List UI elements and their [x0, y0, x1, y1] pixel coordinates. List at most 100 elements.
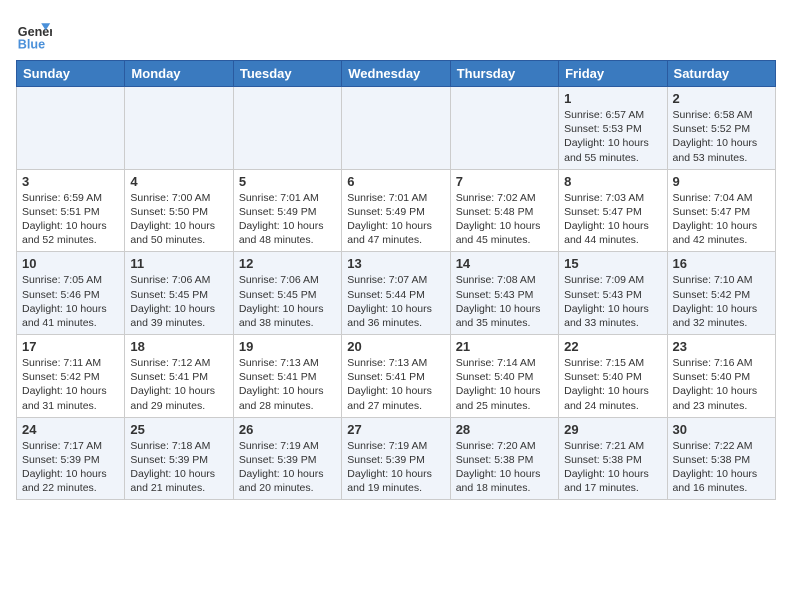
day-number: 17 [22, 339, 119, 354]
calendar-cell [342, 87, 450, 170]
calendar-cell: 20 Sunrise: 7:13 AM Sunset: 5:41 PM Dayli… [342, 335, 450, 418]
day-info: Sunrise: 7:05 AM Sunset: 5:46 PM Dayligh… [22, 273, 119, 330]
day-info: Sunrise: 7:08 AM Sunset: 5:43 PM Dayligh… [456, 273, 553, 330]
day-info: Sunrise: 7:13 AM Sunset: 5:41 PM Dayligh… [239, 356, 336, 413]
day-info: Sunrise: 7:04 AM Sunset: 5:47 PM Dayligh… [673, 191, 770, 248]
day-info: Sunrise: 7:06 AM Sunset: 5:45 PM Dayligh… [239, 273, 336, 330]
calendar-cell: 28 Sunrise: 7:20 AM Sunset: 5:38 PM Dayli… [450, 417, 558, 500]
day-info: Sunrise: 7:07 AM Sunset: 5:44 PM Dayligh… [347, 273, 444, 330]
day-info: Sunrise: 7:12 AM Sunset: 5:41 PM Dayligh… [130, 356, 227, 413]
day-number: 7 [456, 174, 553, 189]
day-number: 30 [673, 422, 770, 437]
day-info: Sunrise: 6:58 AM Sunset: 5:52 PM Dayligh… [673, 108, 770, 165]
calendar-table: SundayMondayTuesdayWednesdayThursdayFrid… [16, 60, 776, 500]
calendar-cell: 6Sunrise: 7:01 AM Sunset: 5:49 PM Daylig… [342, 169, 450, 252]
calendar-cell [233, 87, 341, 170]
day-number: 12 [239, 256, 336, 271]
calendar-cell: 26 Sunrise: 7:19 AM Sunset: 5:39 PM Dayli… [233, 417, 341, 500]
logo-icon: General Blue [16, 16, 52, 52]
calendar-cell: 14 Sunrise: 7:08 AM Sunset: 5:43 PM Dayli… [450, 252, 558, 335]
calendar-cell: 1 Sunrise: 6:57 AM Sunset: 5:53 PM Daylig… [559, 87, 667, 170]
calendar-cell [17, 87, 125, 170]
day-number: 23 [673, 339, 770, 354]
day-number: 2 [673, 91, 770, 106]
calendar-cell: 7 Sunrise: 7:02 AM Sunset: 5:48 PM Daylig… [450, 169, 558, 252]
day-number: 22 [564, 339, 661, 354]
calendar-cell: 2 Sunrise: 6:58 AM Sunset: 5:52 PM Daylig… [667, 87, 775, 170]
col-header-monday: Monday [125, 61, 233, 87]
day-number: 29 [564, 422, 661, 437]
calendar-cell: 29 Sunrise: 7:21 AM Sunset: 5:38 PM Dayli… [559, 417, 667, 500]
calendar-cell: 9 Sunrise: 7:04 AM Sunset: 5:47 PM Daylig… [667, 169, 775, 252]
day-number: 6 [347, 174, 444, 189]
day-number: 25 [130, 422, 227, 437]
calendar-cell: 12 Sunrise: 7:06 AM Sunset: 5:45 PM Dayli… [233, 252, 341, 335]
day-info: Sunrise: 7:17 AM Sunset: 5:39 PM Dayligh… [22, 439, 119, 496]
calendar-cell: 13 Sunrise: 7:07 AM Sunset: 5:44 PM Dayli… [342, 252, 450, 335]
day-info: Sunrise: 7:13 AM Sunset: 5:41 PM Dayligh… [347, 356, 444, 413]
day-number: 5 [239, 174, 336, 189]
day-number: 28 [456, 422, 553, 437]
col-header-tuesday: Tuesday [233, 61, 341, 87]
day-info: Sunrise: 7:01 AM Sunset: 5:49 PM Dayligh… [239, 191, 336, 248]
logo: General Blue [16, 16, 56, 52]
day-number: 27 [347, 422, 444, 437]
calendar-cell: 16 Sunrise: 7:10 AM Sunset: 5:42 PM Dayli… [667, 252, 775, 335]
day-number: 13 [347, 256, 444, 271]
day-info: Sunrise: 7:16 AM Sunset: 5:40 PM Dayligh… [673, 356, 770, 413]
day-info: Sunrise: 7:03 AM Sunset: 5:47 PM Dayligh… [564, 191, 661, 248]
day-info: Sunrise: 7:14 AM Sunset: 5:40 PM Dayligh… [456, 356, 553, 413]
calendar-cell: 22 Sunrise: 7:15 AM Sunset: 5:40 PM Dayli… [559, 335, 667, 418]
day-info: Sunrise: 7:20 AM Sunset: 5:38 PM Dayligh… [456, 439, 553, 496]
day-number: 20 [347, 339, 444, 354]
col-header-wednesday: Wednesday [342, 61, 450, 87]
day-number: 10 [22, 256, 119, 271]
day-info: Sunrise: 7:00 AM Sunset: 5:50 PM Dayligh… [130, 191, 227, 248]
day-number: 8 [564, 174, 661, 189]
calendar-cell: 15 Sunrise: 7:09 AM Sunset: 5:43 PM Dayli… [559, 252, 667, 335]
calendar-cell: 4 Sunrise: 7:00 AM Sunset: 5:50 PM Daylig… [125, 169, 233, 252]
day-info: Sunrise: 7:19 AM Sunset: 5:39 PM Dayligh… [239, 439, 336, 496]
calendar-cell [450, 87, 558, 170]
calendar-cell: 17 Sunrise: 7:11 AM Sunset: 5:42 PM Dayli… [17, 335, 125, 418]
calendar-cell: 19 Sunrise: 7:13 AM Sunset: 5:41 PM Dayli… [233, 335, 341, 418]
day-number: 1 [564, 91, 661, 106]
day-number: 4 [130, 174, 227, 189]
day-info: Sunrise: 7:15 AM Sunset: 5:40 PM Dayligh… [564, 356, 661, 413]
col-header-saturday: Saturday [667, 61, 775, 87]
col-header-thursday: Thursday [450, 61, 558, 87]
col-header-friday: Friday [559, 61, 667, 87]
calendar-cell: 5 Sunrise: 7:01 AM Sunset: 5:49 PM Daylig… [233, 169, 341, 252]
col-header-sunday: Sunday [17, 61, 125, 87]
day-info: Sunrise: 7:19 AM Sunset: 5:39 PM Dayligh… [347, 439, 444, 496]
calendar-cell: 25Sunrise: 7:18 AM Sunset: 5:39 PM Dayli… [125, 417, 233, 500]
day-number: 14 [456, 256, 553, 271]
calendar-cell: 27 Sunrise: 7:19 AM Sunset: 5:39 PM Dayli… [342, 417, 450, 500]
svg-text:Blue: Blue [18, 37, 45, 51]
day-number: 19 [239, 339, 336, 354]
day-number: 16 [673, 256, 770, 271]
day-info: Sunrise: 7:02 AM Sunset: 5:48 PM Dayligh… [456, 191, 553, 248]
calendar-cell: 3 Sunrise: 6:59 AM Sunset: 5:51 PM Daylig… [17, 169, 125, 252]
day-info: Sunrise: 7:09 AM Sunset: 5:43 PM Dayligh… [564, 273, 661, 330]
calendar-cell: 11 Sunrise: 7:06 AM Sunset: 5:45 PM Dayli… [125, 252, 233, 335]
calendar-cell: 10 Sunrise: 7:05 AM Sunset: 5:46 PM Dayli… [17, 252, 125, 335]
day-info: Sunrise: 7:22 AM Sunset: 5:38 PM Dayligh… [673, 439, 770, 496]
day-number: 26 [239, 422, 336, 437]
day-info: Sunrise: 7:11 AM Sunset: 5:42 PM Dayligh… [22, 356, 119, 413]
day-number: 24 [22, 422, 119, 437]
day-info: Sunrise: 6:57 AM Sunset: 5:53 PM Dayligh… [564, 108, 661, 165]
day-info: Sunrise: 7:21 AM Sunset: 5:38 PM Dayligh… [564, 439, 661, 496]
calendar-cell: 21Sunrise: 7:14 AM Sunset: 5:40 PM Dayli… [450, 335, 558, 418]
day-number: 9 [673, 174, 770, 189]
day-number: 11 [130, 256, 227, 271]
calendar-cell: 30 Sunrise: 7:22 AM Sunset: 5:38 PM Dayli… [667, 417, 775, 500]
day-info: Sunrise: 7:06 AM Sunset: 5:45 PM Dayligh… [130, 273, 227, 330]
day-number: 3 [22, 174, 119, 189]
day-number: 18 [130, 339, 227, 354]
day-info: Sunrise: 7:10 AM Sunset: 5:42 PM Dayligh… [673, 273, 770, 330]
calendar-cell: 24 Sunrise: 7:17 AM Sunset: 5:39 PM Dayli… [17, 417, 125, 500]
day-number: 15 [564, 256, 661, 271]
calendar-cell [125, 87, 233, 170]
day-info: Sunrise: 6:59 AM Sunset: 5:51 PM Dayligh… [22, 191, 119, 248]
